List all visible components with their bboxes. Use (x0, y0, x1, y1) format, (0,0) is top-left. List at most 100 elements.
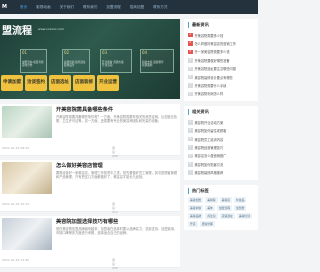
hot-article-text[interactable]: 开美容院需要多少钱 (195, 33, 224, 38)
rank-badge: 3 (188, 136, 193, 142)
tag-link[interactable]: 化妆品 (234, 196, 247, 203)
rank-badge: 4 (188, 145, 193, 150)
hot-article-link[interactable]: 1 开美容院需要多少钱 (188, 31, 254, 39)
rank-badge: 7 (188, 170, 193, 175)
list-item[interactable]: 美容院加盟选择技巧有哪些 现在美容院加盟品牌越来越多，加盟者在选择时要从品牌实力… (0, 216, 180, 270)
step-number: 02 (64, 50, 70, 55)
article-date: 2021-01-21 08:29 (2, 146, 30, 150)
nav-item-5[interactable]: 加盟流程 (106, 0, 120, 14)
rank-badge: 1 (188, 32, 193, 38)
tag-link[interactable]: 开店 (188, 220, 198, 227)
related-news-title: 相关资讯 (188, 109, 254, 116)
hot-article-text[interactable]: 开美容院利润怎么样 (195, 91, 224, 96)
hot-article-link[interactable]: 8 开美容院利润怎么样 (188, 90, 254, 98)
article-title[interactable]: 开美容院需具备哪些条件 (56, 106, 113, 113)
article-thumbnail[interactable] (2, 162, 52, 194)
news-text[interactable]: 美容院开业活动方案 (195, 120, 224, 125)
news-link[interactable]: 6 美容院如何拓客引流 (188, 160, 254, 168)
hot-articles-box: 最新资讯 1 开美容院需要多少钱 2 怎么样做好美容店的营销工作 3 开一家美容院需要… (184, 19, 258, 102)
banner-subtitle: www.xxxxxx.com (38, 27, 65, 31)
article-meta: 2021-01-20 10:12 阅读 312 (2, 202, 118, 214)
news-text[interactable]: 美容院经营管理技巧 (195, 145, 224, 150)
list-item[interactable]: 开美容院需具备哪些条件 开美容院需要具备哪些条件呢？一方面，开美容院需要有相关的… (0, 104, 180, 158)
rank-badge: 2 (188, 128, 193, 133)
news-link[interactable]: 2 美容院如何留住老顾客 (188, 127, 254, 135)
news-link[interactable]: 7 美容院装修风格推荐 (188, 168, 254, 176)
nav-item-7[interactable]: 联系方式 (153, 0, 167, 14)
article-summary: 要想经营好一家美容店，管理工作是重中之重。首先要做好员工管理，其次是顾客管理和产… (56, 171, 178, 180)
article-views: 阅读 265 (112, 258, 118, 270)
hot-article-text[interactable]: 开美容院选址要注意哪些问题 (195, 66, 236, 71)
nav-item-2[interactable]: 影视动画 (36, 0, 50, 14)
nav-item-3[interactable]: 关于我们 (60, 0, 74, 14)
hot-article-link[interactable]: 7 开美容院需要什么手续 (188, 81, 254, 89)
tag-link[interactable]: 皮肤管理 (199, 220, 215, 227)
tag-cloud: 美容加盟 美容院 美容店 化妆品 美容护肤 美体 加盟流程 加盟费 美容品牌 养… (188, 196, 254, 227)
tag-link[interactable]: 美容加盟 (188, 196, 204, 203)
article-title[interactable]: 美容院加盟选择技巧有哪些 (56, 218, 118, 225)
step-site: 店面选址 (49, 75, 71, 91)
news-text[interactable]: 美容院员工培训内容 (195, 137, 224, 142)
article-date: 2021-01-20 10:12 (2, 202, 30, 206)
hot-article-text[interactable]: 美容院装修设计要点有哪些 (195, 75, 233, 80)
site-logo[interactable]: M (2, 2, 14, 12)
list-item[interactable]: 怎么做好美容店管理 要想经营好一家美容店，管理工作是重中之重。首先要做好员工管理… (0, 160, 180, 214)
news-link[interactable]: 4 美容院经营管理技巧 (188, 143, 254, 151)
rank-badge: 5 (188, 153, 193, 159)
nav-item-6[interactable]: 招商加盟 (130, 0, 144, 14)
tag-link[interactable]: 店铺选址 (219, 212, 235, 219)
rank-badge: 3 (188, 49, 193, 55)
step-apply: 申请加盟 (1, 75, 23, 91)
rank-badge: 2 (188, 41, 193, 46)
article-meta: 2021-01-18 14:40 阅读 265 (2, 258, 118, 270)
sidebar: 最新资讯 1 开美容院需要多少钱 2 怎么样做好美容店的营销工作 3 开一家美容院需要… (184, 19, 258, 235)
hot-article-link[interactable]: 4 开美容院要做好哪些准备 (188, 56, 254, 64)
step-number: 01 (22, 50, 28, 55)
banner-carousel[interactable]: 盟流程 www.xxxxxx.com 加盟咨询 项目考察 意向合作 总部培训 指… (0, 19, 180, 99)
news-text[interactable]: 美容院如何留住老顾客 (195, 128, 227, 133)
news-text[interactable]: 美容院如何拓客引流 (195, 162, 224, 167)
news-link[interactable]: 3 美容院员工培训内容 (188, 135, 254, 143)
tags-box: 热门标签 美容加盟 美容院 美容店 化妆品 美容护肤 美体 加盟流程 加盟费 美… (184, 184, 258, 230)
hot-article-link[interactable]: 3 开一家美容院需要多少钱 (188, 48, 254, 56)
step-decorate: 店面装修 (73, 75, 95, 91)
article-thumbnail[interactable] (2, 218, 52, 250)
hot-article-text[interactable]: 开美容院要做好哪些准备 (195, 58, 230, 63)
article-views: 阅读 280 (112, 146, 118, 158)
banner-title: 盟流程 (2, 26, 32, 37)
hot-article-link[interactable]: 5 开美容院选址要注意哪些问题 (188, 65, 254, 73)
hot-article-text[interactable]: 怎么样做好美容店的营销工作 (195, 41, 236, 46)
article-views: 阅读 312 (112, 202, 118, 214)
panel-text: 加盟咨询 项目考察 意向合作 (22, 61, 44, 68)
hot-article-link[interactable]: 6 美容院装修设计要点有哪些 (188, 73, 254, 81)
rank-badge: 5 (188, 66, 193, 71)
tag-link[interactable]: 美容院 (205, 196, 218, 203)
hot-article-text[interactable]: 开美容院需要什么手续 (195, 83, 227, 88)
news-text[interactable]: 美容店怎么做营销推广 (195, 153, 227, 158)
panel-text: 总部培训 指导选址 装修设计 (64, 61, 86, 68)
tag-link[interactable]: 美体 (205, 204, 215, 211)
news-link[interactable]: 1 美容院开业活动方案 (188, 118, 254, 126)
tag-link[interactable]: 养生馆 (205, 212, 218, 219)
rank-badge: 6 (188, 162, 193, 167)
nav-item-4[interactable]: 联系我们 (83, 0, 97, 14)
tag-link[interactable]: 加盟费 (234, 204, 247, 211)
rank-badge: 7 (188, 83, 193, 88)
hot-article-link[interactable]: 2 怎么样做好美容店的营销工作 (188, 39, 254, 47)
tag-link[interactable]: 美容品牌 (188, 212, 204, 219)
article-thumbnail[interactable] (2, 106, 52, 138)
article-title[interactable]: 怎么做好美容店管理 (56, 162, 103, 169)
news-link[interactable]: 5 美容店怎么做营销推广 (188, 152, 254, 160)
article-list: 开美容院需具备哪些条件 开美容院需要具备哪些条件呢？一方面，开美容院需要有相关的… (0, 104, 180, 272)
tag-link[interactable]: 美容培训 (236, 212, 253, 219)
process-steps: 申请加盟 洽谈签约 店面选址 店面装修 开业运营 (0, 75, 180, 97)
tag-link[interactable]: 加盟流程 (216, 204, 233, 211)
rank-badge: 6 (188, 74, 193, 80)
news-text[interactable]: 美容院装修风格推荐 (195, 170, 224, 175)
tag-link[interactable]: 美容店 (219, 196, 233, 203)
article-meta: 2021-01-21 08:29 阅读 280 (2, 146, 118, 158)
tag-link[interactable]: 美容护肤 (188, 204, 204, 211)
nav-item-home[interactable]: 首页 (20, 0, 27, 14)
panel-text: 持续支持 运营督导 营销策划 (142, 61, 164, 68)
hot-article-text[interactable]: 开一家美容院需要多少钱 (195, 49, 230, 54)
